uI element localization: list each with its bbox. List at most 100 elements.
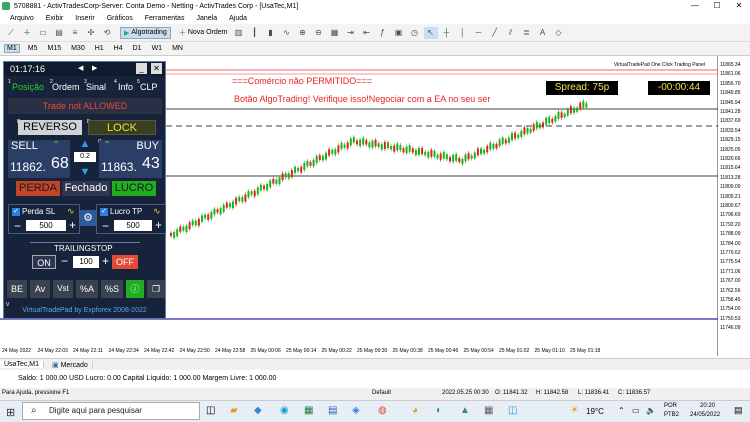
list-icon[interactable]: ≡: [68, 27, 82, 39]
tf-m30[interactable]: M30: [69, 45, 87, 52]
app3-icon[interactable]: ◈: [352, 405, 360, 416]
time-axis[interactable]: 24 May 2022 24 May 22:03 24 May 22:11 24 Ma…: [0, 346, 718, 356]
chrome-icon[interactable]: ◕: [412, 405, 418, 416]
be-button[interactable]: BE: [7, 280, 27, 298]
fibo-icon[interactable]: ≣: [520, 27, 534, 39]
line-chart-icon[interactable]: ∿: [280, 27, 294, 39]
lot-down-icon[interactable]: ▼: [76, 166, 94, 178]
prev-arrow-icon[interactable]: ◀: [78, 62, 83, 76]
shift-icon[interactable]: ⇤: [360, 27, 374, 39]
close-button[interactable]: ✕: [728, 0, 750, 12]
panel-minimize-button[interactable]: _: [136, 63, 147, 74]
app4-icon[interactable]: ◍: [378, 405, 387, 416]
menu-ferramentas[interactable]: Ferramentas: [145, 15, 185, 22]
text-icon[interactable]: A: [536, 27, 550, 39]
compass-icon[interactable]: ✣: [84, 27, 98, 39]
tp-value[interactable]: 500: [114, 220, 152, 231]
app5-icon[interactable]: ◐: [436, 405, 442, 416]
panel-close-button[interactable]: ✕: [151, 63, 162, 74]
horizontal-line-icon[interactable]: ─: [472, 27, 486, 39]
tf-mn[interactable]: MN: [170, 45, 185, 52]
reverse-button[interactable]: REVERSO: [18, 120, 82, 135]
crosshair-icon[interactable]: ┼: [440, 27, 454, 39]
new-order-button[interactable]: ＋ Nova Ordem: [179, 28, 228, 38]
trailing-value[interactable]: 100: [73, 256, 99, 268]
taskview-icon[interactable]: ◫: [206, 405, 215, 416]
tab-posicao[interactable]: Posição: [12, 82, 44, 92]
lang-2[interactable]: PTB2: [664, 412, 679, 418]
network-icon[interactable]: ▭: [632, 406, 640, 415]
sl-plus-button[interactable]: +: [69, 218, 76, 232]
sl-value[interactable]: 500: [26, 220, 66, 231]
tray-arrow-icon[interactable]: ⌃: [618, 406, 625, 415]
vertical-line-icon[interactable]: │: [456, 27, 470, 39]
tf-h4[interactable]: H4: [112, 45, 125, 52]
menu-graficos[interactable]: Gráficos: [107, 15, 133, 22]
minimize-button[interactable]: —: [684, 0, 706, 12]
menu-janela[interactable]: Janela: [196, 15, 217, 22]
periods-icon[interactable]: ◷: [408, 27, 422, 39]
candles-icon[interactable]: ▮: [264, 27, 278, 39]
av-button[interactable]: Av: [30, 280, 50, 298]
tf-m15[interactable]: M15: [45, 45, 63, 52]
sl-checkbox[interactable]: ✓: [12, 208, 20, 216]
channel-icon[interactable]: ⫽: [504, 27, 518, 39]
start-windows-icon[interactable]: ⊞: [6, 406, 15, 419]
app6-icon[interactable]: ▦: [484, 405, 493, 416]
taskbar-search[interactable]: ⌕ Digite aqui para pesquisar: [22, 402, 200, 420]
trendline-icon[interactable]: ╱: [488, 27, 502, 39]
menu-ajuda[interactable]: Ajuda: [229, 15, 247, 22]
algotrading-button[interactable]: ▶ Algotrading: [120, 26, 171, 39]
windows-icon[interactable]: ❐: [147, 280, 165, 298]
sell-button[interactable]: SELL ⌃ 11862. 68: [8, 140, 70, 178]
pct-a-button[interactable]: %A: [76, 280, 98, 298]
history-icon[interactable]: ⟲: [100, 27, 114, 39]
tab-sinal[interactable]: Sinal: [86, 82, 106, 92]
sl-minus-button[interactable]: −: [14, 219, 21, 233]
tf-m5[interactable]: M5: [26, 45, 40, 52]
grid-icon[interactable]: ▦: [328, 27, 342, 39]
plus-icon[interactable]: ＋: [20, 27, 34, 39]
loss-button[interactable]: PERDA: [16, 181, 60, 196]
menu-exibir[interactable]: Exibir: [46, 15, 64, 22]
tf-m1[interactable]: M1: [4, 44, 20, 53]
indicators-icon[interactable]: ƒ: [376, 27, 390, 39]
depth-icon[interactable]: ▥: [232, 27, 246, 39]
buy-button[interactable]: ⌃ BUY 11863. 43: [99, 140, 162, 178]
lot-up-icon[interactable]: ▲: [76, 138, 94, 150]
lang-1[interactable]: POR: [664, 403, 677, 409]
clock-time[interactable]: 20:20: [700, 403, 715, 409]
tf-w1[interactable]: W1: [150, 45, 165, 52]
tab-usatec[interactable]: UsaTec,M1: [0, 361, 45, 368]
lock-button[interactable]: LOCK: [88, 120, 156, 135]
tf-h1[interactable]: H1: [93, 45, 106, 52]
app7-icon[interactable]: ◫: [508, 405, 517, 416]
clock-date[interactable]: 24/05/2022: [690, 412, 720, 418]
weather-temp[interactable]: 19°C: [586, 407, 604, 416]
chart-line-icon[interactable]: ⟋: [4, 27, 18, 39]
tab-clp[interactable]: CLP: [140, 82, 158, 92]
word-icon[interactable]: ▤: [328, 405, 337, 416]
tf-d1[interactable]: D1: [131, 45, 144, 52]
vst-button[interactable]: Vst: [53, 280, 73, 298]
panel-footer[interactable]: VirtualTradePad by Expforex 2008-2022: [4, 307, 165, 314]
shapes-icon[interactable]: ◇: [552, 27, 566, 39]
notification-icon[interactable]: ▤: [734, 405, 743, 416]
menu-arquivo[interactable]: Arquivo: [10, 15, 34, 22]
menu-inserir[interactable]: Inserir: [75, 15, 94, 22]
profile-icon[interactable]: ▤: [52, 27, 66, 39]
metatrader-icon[interactable]: ▲: [460, 405, 470, 416]
closed-button[interactable]: Fechado: [62, 181, 110, 196]
excel-icon[interactable]: ▦: [304, 405, 313, 416]
lot-value[interactable]: 0.2: [74, 152, 96, 162]
edge-icon[interactable]: ◉: [280, 405, 289, 416]
trailing-minus-button[interactable]: −: [61, 254, 68, 268]
zoom-out-icon[interactable]: ⊖: [312, 27, 326, 39]
info-icon[interactable]: ⓘ: [126, 280, 144, 298]
templates-icon[interactable]: ▣: [392, 27, 406, 39]
cursor-icon[interactable]: ↖: [423, 26, 438, 39]
volume-icon[interactable]: 🔈: [646, 406, 656, 415]
trailing-off-button[interactable]: OFF: [112, 255, 138, 269]
maximize-button[interactable]: ☐: [706, 0, 728, 12]
tab-info[interactable]: Info: [118, 82, 133, 92]
